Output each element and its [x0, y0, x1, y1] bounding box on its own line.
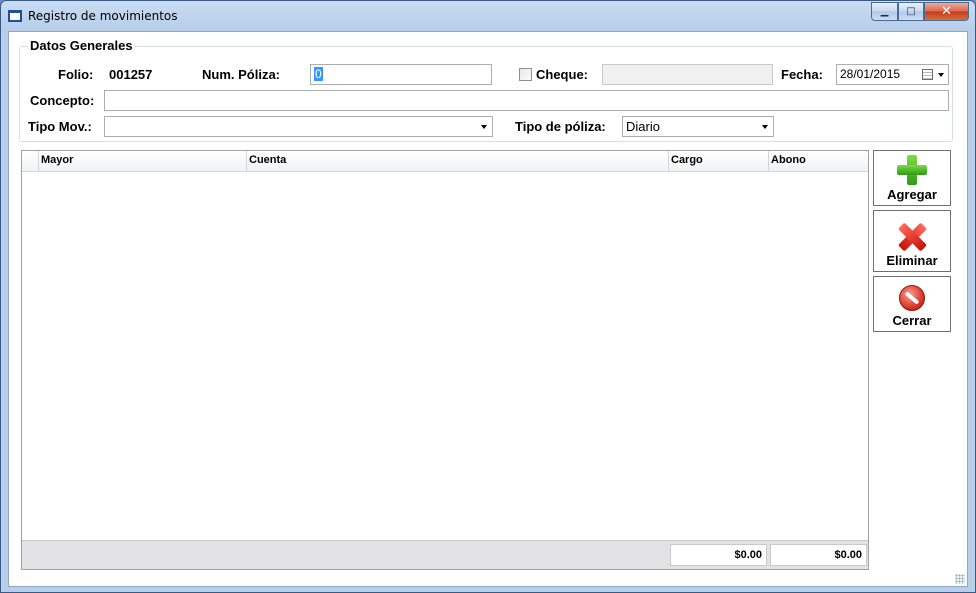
tipo-poliza-select[interactable]: Diario	[622, 116, 774, 137]
column-header-abono[interactable]: Abono	[768, 151, 868, 172]
column-header-cargo[interactable]: Cargo	[668, 151, 768, 172]
num-poliza-value: 0	[314, 67, 323, 81]
cheque-checkbox[interactable]	[519, 68, 532, 81]
fecha-value: 28/01/2015	[840, 67, 901, 81]
movements-grid[interactable]: Mayor Cuenta Cargo Abono $0.00 $0.00	[21, 150, 869, 570]
tipo-poliza-value: Diario	[626, 119, 660, 134]
column-header-cuenta[interactable]: Cuenta	[246, 151, 668, 172]
minimize-button[interactable]: ▁	[871, 2, 898, 21]
concepto-input[interactable]	[104, 90, 949, 111]
group-legend: Datos Generales	[28, 38, 135, 53]
agregar-button[interactable]: Agregar	[873, 150, 951, 206]
form-client-area: Datos Generales Folio: 001257 Num. Póliz…	[8, 31, 968, 587]
window-controls: ▁ □ ✕	[871, 2, 969, 21]
calendar-icon[interactable]	[922, 69, 933, 80]
concepto-label: Concepto:	[30, 93, 95, 108]
total-abono: $0.00	[770, 544, 867, 566]
column-header-mayor[interactable]: Mayor	[38, 151, 246, 172]
eliminar-button[interactable]: Eliminar	[873, 210, 951, 272]
grid-totals-footer: $0.00 $0.00	[22, 540, 868, 569]
cerrar-label: Cerrar	[892, 313, 932, 328]
resize-grip[interactable]	[955, 574, 965, 584]
num-poliza-label: Num. Póliza:	[202, 67, 281, 82]
chevron-down-icon	[481, 125, 487, 129]
title-bar[interactable]: Registro de movimientos ▁ □ ✕	[1, 1, 975, 31]
agregar-label: Agregar	[887, 187, 937, 202]
delete-x-icon	[898, 223, 926, 251]
chevron-down-icon[interactable]	[938, 73, 944, 77]
tipo-mov-select[interactable]	[104, 116, 493, 137]
eliminar-label: Eliminar	[886, 253, 938, 268]
fecha-label: Fecha:	[781, 67, 823, 82]
total-cargo: $0.00	[670, 544, 767, 566]
fecha-picker[interactable]: 28/01/2015	[836, 64, 949, 85]
num-poliza-input[interactable]: 0	[310, 64, 492, 85]
window-title: Registro de movimientos	[28, 9, 178, 23]
ban-icon	[899, 285, 925, 311]
folio-value: 001257	[109, 67, 153, 82]
datos-generales-group: Datos Generales Folio: 001257 Num. Póliz…	[19, 38, 953, 142]
folio-label: Folio:	[58, 67, 94, 82]
tipo-mov-label: Tipo Mov.:	[28, 119, 92, 134]
cerrar-button[interactable]: Cerrar	[873, 276, 951, 332]
chevron-down-icon	[762, 125, 768, 129]
plus-icon	[897, 155, 927, 185]
close-button[interactable]: ✕	[924, 2, 969, 21]
tipo-poliza-label: Tipo de póliza:	[515, 119, 606, 134]
cheque-label: Cheque:	[536, 67, 588, 82]
grid-header: Mayor Cuenta Cargo Abono	[22, 151, 868, 172]
app-icon	[8, 10, 22, 22]
cheque-input	[602, 64, 773, 85]
maximize-button[interactable]: □	[898, 2, 924, 21]
app-window: Registro de movimientos ▁ □ ✕ Datos Gene…	[0, 0, 976, 593]
